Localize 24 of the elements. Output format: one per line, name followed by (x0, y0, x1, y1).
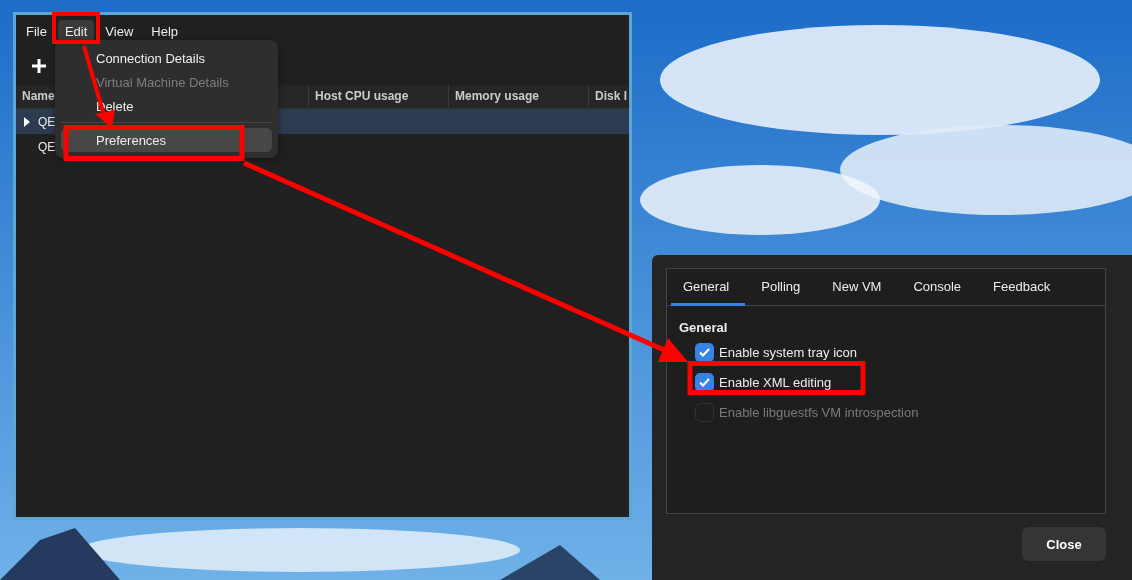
menu-item[interactable]: Help (144, 19, 186, 43)
menu-item[interactable]: Edit (57, 19, 95, 43)
menu-item[interactable]: View (98, 19, 141, 43)
close-button[interactable]: Close (1022, 527, 1106, 561)
add-icon[interactable] (32, 59, 46, 73)
expander-icon[interactable] (22, 116, 32, 127)
tab[interactable]: New VM (820, 269, 898, 306)
column-header[interactable]: Disk I (588, 85, 629, 108)
checkbox-label: Enable system tray icon (719, 344, 857, 360)
vm-name: QE (38, 114, 56, 129)
menu-item[interactable]: File (19, 19, 54, 43)
column-header[interactable]: Memory usage (448, 85, 588, 108)
tab[interactable]: General (671, 269, 746, 306)
column-header[interactable]: Host CPU usage (308, 85, 448, 108)
tab[interactable]: Feedback (981, 269, 1067, 306)
vm-name: QE (38, 139, 56, 154)
highlight-box (52, 12, 100, 44)
menu-item[interactable]: Connection Details (61, 46, 272, 70)
checkbox[interactable] (695, 342, 714, 362)
tab[interactable]: Console (901, 269, 978, 306)
section-title: General (679, 320, 729, 335)
checkbox-label: Enable XML editing (719, 374, 832, 390)
checkbox-label: Enable libguestfs VM introspection (719, 404, 919, 420)
tab[interactable]: Polling (749, 269, 817, 306)
